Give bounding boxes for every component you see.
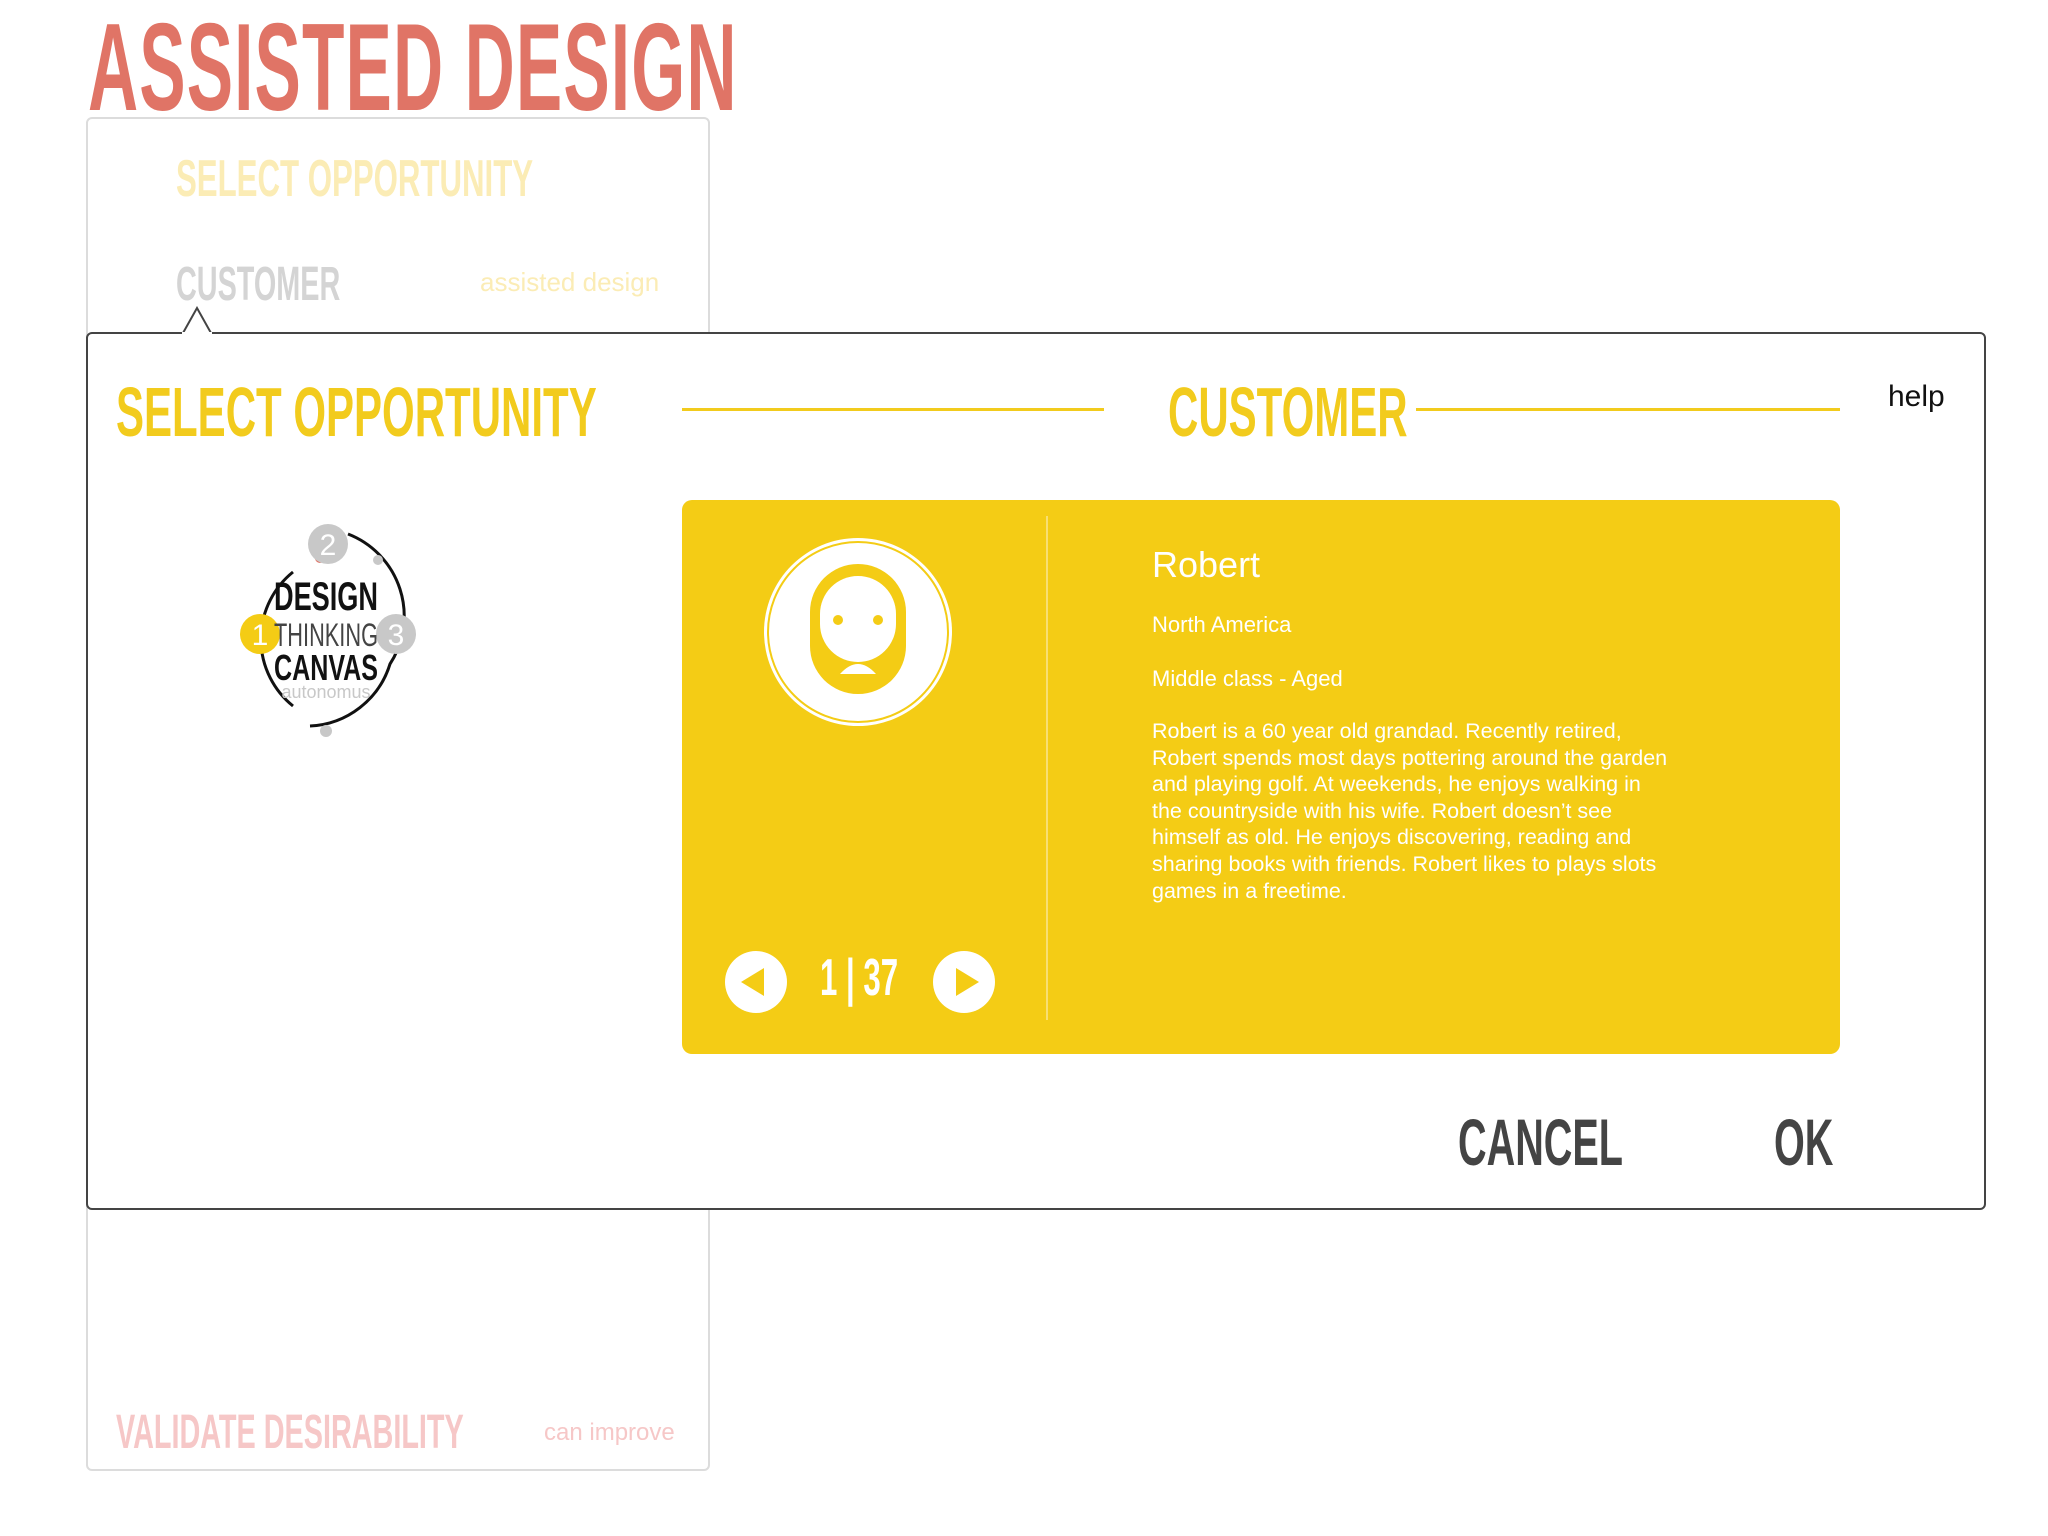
- persona-page-counter: 1 | 37: [820, 949, 899, 1007]
- svg-text:DESIGN: DESIGN: [274, 575, 378, 619]
- svg-text:3: 3: [388, 619, 405, 652]
- persona-region: North America: [1152, 612, 1292, 637]
- app-title: ASSISTED DESIGN: [88, 0, 738, 137]
- previous-persona-button[interactable]: [724, 950, 788, 1014]
- design-thinking-canvas-logo: 2 1 3 DESIGN THINKING CANVAS autonomus: [240, 524, 416, 737]
- persona-bio-line: Robert spends most days pottering around…: [1152, 745, 1668, 770]
- persona-bio-line: games in a freetime.: [1152, 878, 1347, 903]
- dialog-pointer: [182, 306, 212, 334]
- next-persona-button[interactable]: [932, 950, 996, 1014]
- customer-dialog: SELECT OPPORTUNITY CUSTOMER help 2 1 3 D…: [86, 332, 1986, 1210]
- persona-card: 1 | 37 Robert North America Middle class…: [682, 500, 1840, 1054]
- title-rule-right: [1416, 408, 1840, 411]
- svg-text:2: 2: [320, 529, 337, 562]
- persona-bio-line: the countryside with his wife. Robert do…: [1152, 798, 1613, 823]
- workflow-step-customer-tag: assisted design: [480, 267, 660, 297]
- svg-text:1: 1: [252, 619, 269, 652]
- help-link[interactable]: help: [1888, 380, 1945, 414]
- workflow-step-validate-tag: can improve: [544, 1419, 675, 1446]
- persona-bio-line: sharing books with friends. Robert likes…: [1152, 851, 1657, 876]
- persona-segment: Middle class - Aged: [1152, 666, 1343, 691]
- workflow-step-validate-desirability[interactable]: VALIDATE DESIRABILITY: [116, 1405, 464, 1460]
- svg-text:autonomus: autonomus: [281, 682, 370, 702]
- dialog-step-label: SELECT OPPORTUNITY: [116, 373, 597, 451]
- persona-bio: Robert is a 60 year old grandad. Recentl…: [1152, 718, 1772, 904]
- persona-bio-line: and playing golf. At weekends, he enjoys…: [1152, 772, 1641, 797]
- persona-bio-line: Robert is a 60 year old grandad. Recentl…: [1152, 719, 1622, 743]
- title-rule-left: [682, 408, 1104, 411]
- cancel-button[interactable]: CANCEL: [1458, 1104, 1623, 1180]
- workflow-step-customer[interactable]: CUSTOMER: [176, 257, 340, 312]
- bearded-man-avatar-icon: [764, 538, 952, 726]
- card-divider: [1046, 516, 1048, 1020]
- persona-bio-line: himself as old. He enjoys discovering, r…: [1152, 825, 1632, 850]
- ok-button[interactable]: OK: [1774, 1104, 1833, 1180]
- workflow-step-select-opportunity[interactable]: SELECT OPPORTUNITY: [176, 149, 533, 209]
- persona-name: Robert: [1152, 544, 1261, 585]
- dialog-title: CUSTOMER: [1168, 373, 1408, 451]
